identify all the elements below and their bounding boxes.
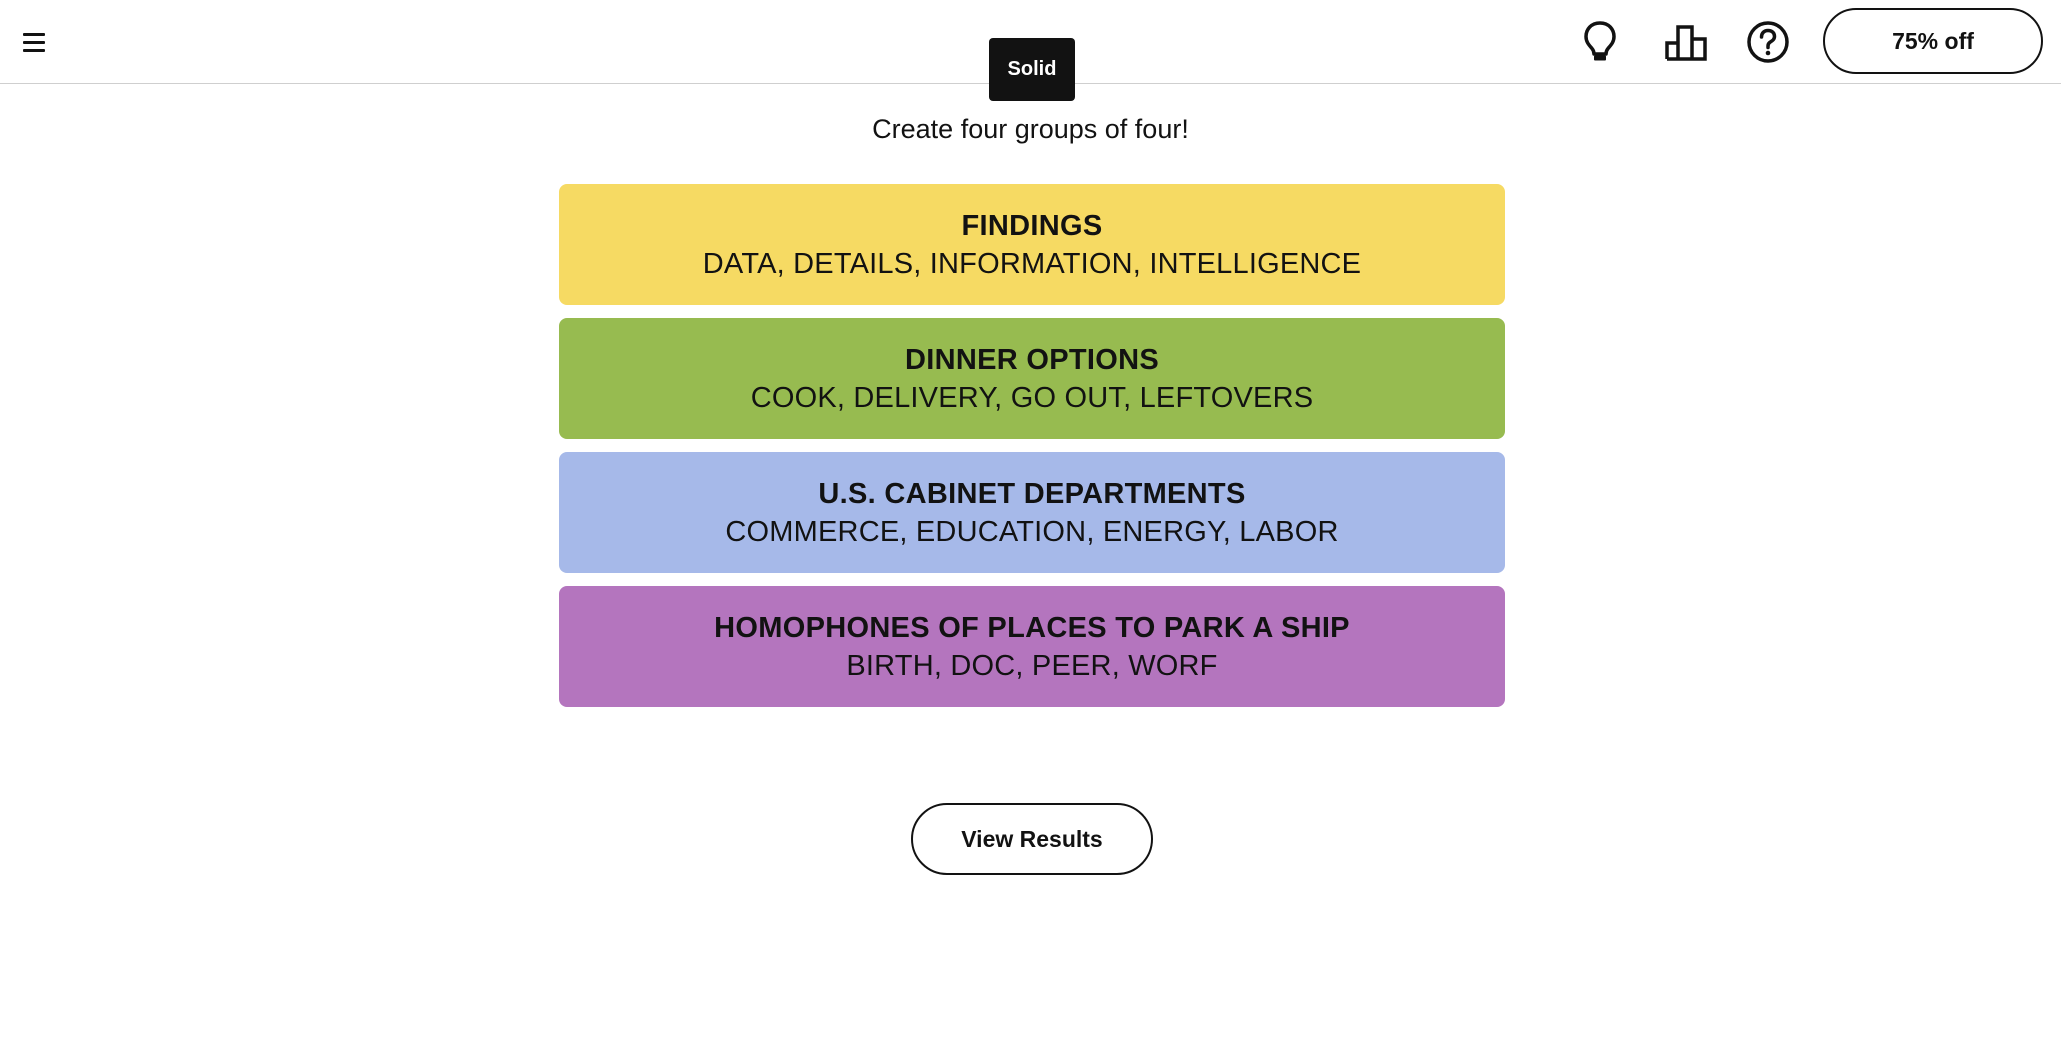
question-mark-icon[interactable] xyxy=(1744,18,1792,66)
group-title: HOMOPHONES OF PLACES TO PARK A SHIP xyxy=(714,611,1350,644)
toast-message: Solid xyxy=(989,38,1075,101)
group-members: DATA, DETAILS, INFORMATION, INTELLIGENCE xyxy=(702,247,1362,280)
group-title: FINDINGS xyxy=(961,209,1103,242)
solved-group-cabinet-departments: U.S. CABINET DEPARTMENTS COMMERCE, EDUCA… xyxy=(559,452,1505,573)
promo-button[interactable]: 75% off xyxy=(1823,8,2043,74)
group-members: COOK, DELIVERY, GO OUT, LEFTOVERS xyxy=(750,381,1314,414)
solved-group-dinner-options: DINNER OPTIONS COOK, DELIVERY, GO OUT, L… xyxy=(559,318,1505,439)
view-results-button[interactable]: View Results xyxy=(911,803,1153,875)
hamburger-menu-icon[interactable] xyxy=(14,22,54,62)
group-title: DINNER OPTIONS xyxy=(905,343,1159,376)
solved-group-findings: FINDINGS DATA, DETAILS, INFORMATION, INT… xyxy=(559,184,1505,305)
group-title: U.S. CABINET DEPARTMENTS xyxy=(818,477,1246,510)
group-members: COMMERCE, EDUCATION, ENERGY, LABOR xyxy=(725,515,1339,548)
lightbulb-icon[interactable] xyxy=(1576,18,1624,66)
instructions-text: Create four groups of four! xyxy=(872,114,1189,144)
solved-group-homophones: HOMOPHONES OF PLACES TO PARK A SHIP BIRT… xyxy=(559,586,1505,707)
group-members: BIRTH, DOC, PEER, WORF xyxy=(846,649,1218,682)
solved-groups: FINDINGS DATA, DETAILS, INFORMATION, INT… xyxy=(559,184,1505,720)
bar-chart-icon[interactable] xyxy=(1662,18,1710,66)
